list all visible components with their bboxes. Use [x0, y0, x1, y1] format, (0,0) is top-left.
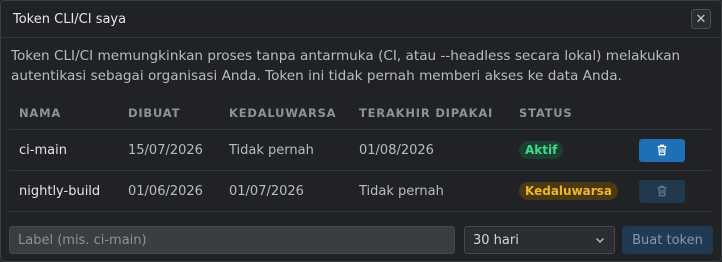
token-created: 15/07/2026	[128, 142, 203, 158]
dialog-title: Token CLI/CI saya	[13, 11, 127, 27]
delete-token-button[interactable]	[639, 138, 685, 162]
create-token-button[interactable]: Buat token	[622, 226, 713, 254]
expiry-selected-value: 30 hari	[473, 232, 519, 248]
token-created: 01/06/2026	[128, 183, 203, 199]
status-badge: Aktif	[519, 141, 564, 159]
chevron-down-icon	[596, 238, 604, 243]
token-label-input[interactable]	[9, 226, 455, 254]
trash-icon	[657, 185, 667, 197]
token-expires: 01/07/2026	[229, 183, 304, 199]
token-last-used: 01/08/2026	[359, 142, 434, 158]
header-created: DIBUAT	[128, 106, 181, 120]
dialog-description: Token CLI/CI memungkinkan proses tanpa a…	[11, 48, 681, 84]
table-row: nightly-build 01/06/2026 01/07/2026 Tida…	[9, 171, 711, 212]
token-name: nightly-build	[19, 183, 101, 199]
token-actions	[629, 179, 711, 203]
token-dialog: Token CLI/CI saya ✕ Token CLI/CI memungk…	[0, 0, 722, 262]
token-actions	[629, 138, 711, 162]
dialog-titlebar: Token CLI/CI saya ✕	[1, 1, 721, 38]
table-row: ci-main 15/07/2026 Tidak pernah 01/08/20…	[9, 130, 711, 171]
token-last-used: Tidak pernah	[359, 183, 444, 199]
close-icon: ✕	[695, 11, 707, 27]
status-badge: Kedaluwarsa	[519, 182, 618, 200]
token-status-cell: Aktif	[509, 141, 629, 159]
header-status: STATUS	[519, 106, 573, 120]
token-status-cell: Kedaluwarsa	[509, 182, 629, 200]
close-button[interactable]: ✕	[691, 9, 711, 29]
header-last-used: TERAKHIR DIPAKAI	[359, 106, 494, 120]
expiry-select[interactable]: 30 hari	[464, 226, 615, 254]
header-name: NAMA	[19, 106, 62, 120]
table-header: NAMA DIBUAT KEDALUWARSA TERAKHIR DIPAKAI…	[9, 97, 711, 130]
header-expires: KEDALUWARSA	[229, 106, 337, 120]
create-token-form: 30 hari Buat token	[9, 225, 713, 255]
token-name: ci-main	[19, 142, 67, 158]
token-expires: Tidak pernah	[229, 142, 314, 158]
trash-icon	[657, 144, 667, 156]
token-table: NAMA DIBUAT KEDALUWARSA TERAKHIR DIPAKAI…	[9, 97, 711, 212]
delete-token-button[interactable]	[639, 179, 685, 203]
